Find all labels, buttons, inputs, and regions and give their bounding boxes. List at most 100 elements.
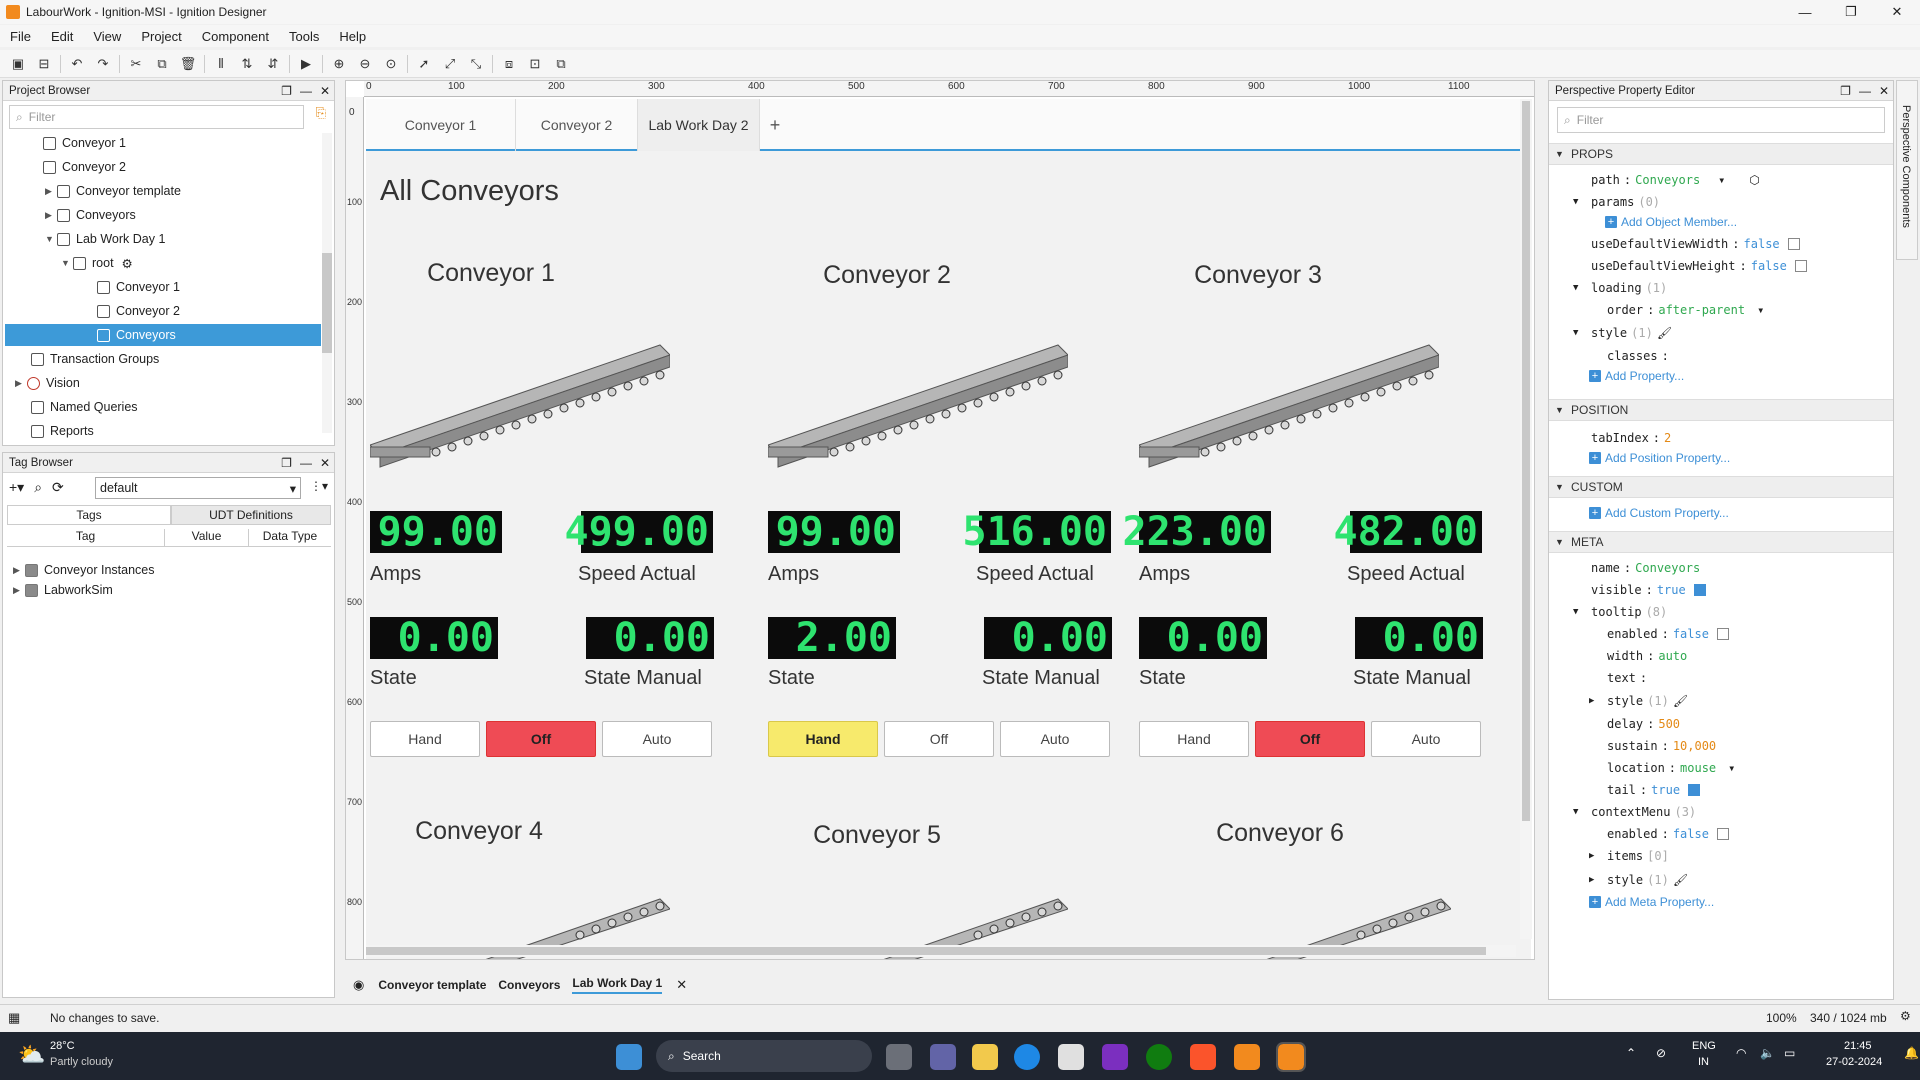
prop-params[interactable]: ▼ params (0) [1573, 195, 1660, 209]
column-tag[interactable]: Tag [7, 529, 165, 546]
close-tab-icon[interactable]: ✕ [676, 977, 687, 993]
align-icon[interactable]: ⫴ [211, 54, 231, 74]
close-panel-icon[interactable]: ✕ [320, 84, 330, 98]
chevron-down-icon[interactable]: ▼ [1573, 328, 1587, 338]
checkbox-checked[interactable] [1688, 784, 1701, 796]
perspective-components-side-tab[interactable]: Perspective Components [1896, 80, 1918, 260]
zoom-out-icon[interactable]: ⊖ [355, 54, 375, 74]
chevron-down-icon[interactable]: ▼ [1573, 807, 1587, 817]
tab-lab-work-day-1[interactable]: Lab Work Day 1 [572, 976, 663, 994]
tree-item-root-conveyor2[interactable]: Conveyor 2 [97, 300, 180, 322]
xbox-icon[interactable] [1146, 1044, 1172, 1070]
canvas-horizontal-scrollbar[interactable] [366, 945, 1516, 957]
edge-icon[interactable] [1014, 1044, 1040, 1070]
zoom-fit-icon[interactable]: ⊙ [381, 54, 401, 74]
close-button[interactable]: ✕ [1874, 0, 1920, 24]
float-icon[interactable]: ❐ [281, 456, 292, 470]
prop-visible[interactable]: visible: true [1591, 583, 1706, 597]
prop-use-default-view-height[interactable]: useDefaultViewHeight: false [1591, 259, 1807, 273]
project-filter-input[interactable]: ⌕ Filter [9, 105, 304, 129]
menu-file[interactable]: File [0, 29, 41, 44]
prop-tooltip-delay[interactable]: delay:500 [1607, 717, 1680, 731]
tree-item-conveyor1[interactable]: Conveyor 1 [43, 132, 126, 154]
float-icon[interactable]: ❐ [281, 84, 292, 98]
tree-item-root[interactable]: ▼ root ⚙ [61, 252, 133, 274]
prop-context-style[interactable]: ▶ style (1) 🖌 [1589, 873, 1688, 887]
weather-icon[interactable]: ⛅ [18, 1042, 45, 1068]
tab-conveyor-template[interactable]: Conveyor template [378, 978, 486, 992]
add-position-property-link[interactable]: + Add Position Property... [1589, 451, 1730, 465]
checkbox[interactable] [1716, 828, 1729, 840]
view-link-icon[interactable]: ⬡ [1749, 173, 1759, 187]
prop-tooltip-style[interactable]: ▶ style (1) 🖌 [1589, 694, 1688, 708]
prop-tooltip-tail[interactable]: tail: true [1607, 783, 1701, 797]
add-property-link[interactable]: + Add Property... [1589, 369, 1684, 383]
tree-item-root-conveyor1[interactable]: Conveyor 1 [97, 276, 180, 298]
link-icon[interactable]: ⤡ [466, 54, 486, 74]
auto-button[interactable]: Auto [1371, 721, 1481, 757]
maximize-button[interactable]: ❐ [1828, 0, 1874, 24]
chevron-right-icon[interactable]: ▶ [15, 378, 27, 389]
prop-tooltip-location[interactable]: location: mouse ▾ [1607, 761, 1735, 775]
tab-conveyors[interactable]: Conveyors [498, 978, 560, 992]
notification-icon[interactable]: 🔔 [1904, 1046, 1919, 1060]
prop-context-menu[interactable]: ▼ contextMenu (3) [1573, 805, 1696, 819]
chevron-down-icon[interactable]: ▼ [1573, 283, 1587, 293]
chevron-right-icon[interactable]: ▶ [1589, 851, 1603, 861]
section-meta[interactable]: ▼ META [1549, 531, 1893, 553]
tree-item-reports[interactable]: Reports [31, 420, 94, 442]
close-panel-icon[interactable]: ✕ [1879, 84, 1889, 98]
column-data-type[interactable]: Data Type [249, 529, 331, 546]
auto-button[interactable]: Auto [602, 721, 712, 757]
tree-item-transaction-groups[interactable]: Transaction Groups [31, 348, 159, 370]
layout-icon[interactable]: ⇵ [263, 54, 283, 74]
add-custom-property-link[interactable]: + Add Custom Property... [1589, 506, 1729, 520]
minimize-button[interactable]: — [1782, 0, 1828, 24]
chevron-right-icon[interactable]: ▶ [1589, 696, 1603, 706]
chevron-down-icon[interactable]: ▼ [61, 258, 73, 268]
minimize-panel-icon[interactable]: — [300, 84, 312, 98]
float-icon[interactable]: ❐ [1840, 84, 1851, 98]
distribute-icon[interactable]: ⇅ [237, 54, 257, 74]
chevron-down-icon[interactable]: ▾ [1757, 303, 1764, 317]
hand-button[interactable]: Hand [768, 721, 878, 757]
tab-lab-work-day-2[interactable]: Lab Work Day 2 [638, 99, 760, 151]
more-options-icon[interactable]: ⋮▾ [310, 479, 328, 493]
chevron-right-icon[interactable]: ▶ [45, 186, 57, 197]
chevron-right-icon[interactable]: ▶ [13, 565, 25, 576]
app-icon[interactable] [1102, 1044, 1128, 1070]
battery-icon[interactable]: ▭ [1784, 1046, 1795, 1060]
clock-date[interactable]: 27-02-2024 [1826, 1056, 1882, 1068]
locate-icon[interactable]: ⎘ [316, 105, 326, 121]
chevron-down-icon[interactable]: ▼ [1573, 607, 1587, 617]
cut-icon[interactable]: ✂ [126, 54, 146, 74]
project-scrollbar[interactable] [322, 133, 332, 433]
checkbox[interactable] [1716, 628, 1729, 640]
grid-icon[interactable]: ▦ [8, 1010, 20, 1026]
close-panel-icon[interactable]: ✕ [320, 456, 330, 470]
prop-tooltip-enabled[interactable]: enabled: false [1607, 627, 1729, 641]
add-object-member-link[interactable]: + Add Object Member... [1605, 215, 1737, 229]
connect-icon[interactable]: ⤢ [440, 54, 460, 74]
pointer-icon[interactable]: ➚ [414, 54, 434, 74]
hand-button[interactable]: Hand [370, 721, 480, 757]
tree-item-conveyor-template[interactable]: ▶ Conveyor template [45, 180, 181, 202]
brave-icon[interactable] [1190, 1044, 1216, 1070]
undo-icon[interactable]: ↶ [67, 54, 87, 74]
menu-tools[interactable]: Tools [279, 29, 329, 44]
tab-conveyor-1[interactable]: Conveyor 1 [366, 99, 516, 151]
tree-item-named-queries[interactable]: Named Queries [31, 396, 138, 418]
prop-context-items[interactable]: ▶ items [0] [1589, 849, 1669, 863]
prop-tabindex[interactable]: tabIndex:2 [1591, 431, 1671, 445]
network-off-icon[interactable]: ⊘ [1656, 1046, 1666, 1060]
prop-path[interactable]: path: Conveyors ▾ ⬡ [1591, 173, 1760, 187]
section-props[interactable]: ▼ PROPS [1549, 143, 1893, 165]
tree-item-lab-work-day1[interactable]: ▼ Lab Work Day 1 [45, 228, 165, 250]
tree-item-conveyors[interactable]: ▶ Conveyors [45, 204, 136, 226]
paint-brush-icon[interactable]: 🖌 [1673, 694, 1688, 708]
prop-classes[interactable]: classes: [1607, 349, 1669, 363]
checkbox[interactable] [1787, 238, 1800, 250]
tag-provider-select[interactable]: default ▾ [95, 477, 301, 499]
volume-icon[interactable]: 🔈 [1760, 1046, 1775, 1060]
copy-icon[interactable]: ⧉ [152, 54, 172, 74]
